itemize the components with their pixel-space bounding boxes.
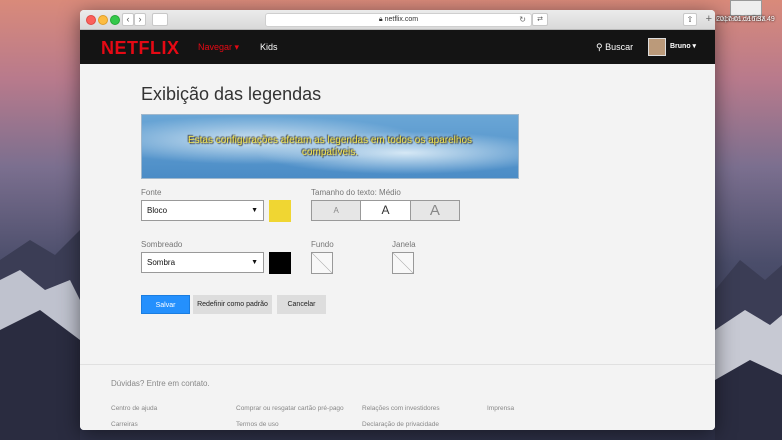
page-title: Exibição das legendas [141, 84, 322, 104]
forward-button[interactable]: › [134, 13, 146, 26]
chevron-down-icon: ▼ [251, 259, 258, 266]
subtitle-preview-banner: Estas configurações afetam as legendas e… [141, 114, 519, 179]
size-large-option[interactable]: A [410, 201, 459, 220]
file-thumbnail-icon [730, 0, 762, 16]
cancel-button[interactable]: Cancelar [277, 295, 326, 314]
extension-icon[interactable]: ⇄ [532, 13, 548, 26]
back-button[interactable]: ‹ [122, 13, 134, 26]
footer-link-privacy[interactable]: Declaração de privacidade [362, 421, 439, 428]
lock-icon: 🔒︎ [378, 16, 383, 23]
shadow-color-swatch[interactable] [269, 252, 291, 274]
window-color-swatch[interactable] [392, 252, 414, 274]
chevron-down-icon: ▼ [251, 207, 258, 214]
sidebar-toggle-icon[interactable] [152, 13, 168, 26]
nav-kids[interactable]: Kids [260, 42, 278, 52]
search-icon: ⚲ [596, 42, 603, 52]
footer: Dúvidas? Entre em contato. Centro de aju… [80, 364, 715, 430]
size-small-option[interactable]: A [312, 201, 362, 220]
text-size-selector: A A A [311, 200, 460, 221]
search-label: Buscar [605, 42, 634, 52]
zoom-window-button[interactable] [110, 15, 120, 25]
close-window-button[interactable] [86, 15, 96, 25]
file-label-line2: 2017-01...16.37.49 [716, 16, 775, 23]
nav-browse[interactable]: Navegar ▾ [198, 42, 239, 53]
background-label: Fundo [311, 240, 334, 249]
banner-text: Estas configurações afetam as legendas e… [187, 135, 473, 158]
size-medium-option[interactable]: A [361, 201, 411, 220]
reset-default-button[interactable]: Redefinir como padrão [193, 295, 272, 314]
url-text: netflix.com [384, 16, 419, 23]
footer-link-gift-card[interactable]: Comprar ou resgatar cartão pré-pago [236, 405, 344, 412]
save-button[interactable]: Salvar [141, 295, 190, 314]
footer-link-press[interactable]: Imprensa [487, 405, 514, 412]
footer-link-careers[interactable]: Carreiras [111, 421, 138, 428]
footer-link-help[interactable]: Centro de ajuda [111, 405, 157, 412]
avatar[interactable] [648, 38, 666, 56]
window-label: Janela [392, 240, 416, 249]
user-menu[interactable]: Bruno ▾ [670, 42, 696, 50]
netflix-header: NETFLIX Navegar ▾ Kids ⚲ Buscar Bruno ▾ [80, 30, 715, 65]
address-bar[interactable]: 🔒︎ netflix.com ↻ [265, 13, 532, 27]
shadow-label: Sombreado [141, 240, 183, 249]
main-content: Exibição das legendas Estas configuraçõe… [80, 64, 715, 430]
shadow-select-value: Sombra [147, 258, 176, 267]
text-size-label: Tamanho do texto: Médio [311, 188, 401, 197]
browser-window: ‹ › 🔒︎ netflix.com ↻ ⇄ ⇧ + NETFLIX Naveg… [80, 10, 715, 430]
search-button[interactable]: ⚲ Buscar [596, 42, 633, 53]
share-icon[interactable]: ⇧ [683, 13, 697, 26]
background-color-swatch[interactable] [311, 252, 333, 274]
contact-link[interactable]: Dúvidas? Entre em contato. [111, 379, 210, 388]
font-select-value: Bloco [147, 206, 168, 215]
new-tab-icon[interactable]: + [706, 13, 712, 25]
netflix-logo[interactable]: NETFLIX [101, 38, 180, 59]
browser-toolbar: ‹ › 🔒︎ netflix.com ↻ ⇄ ⇧ + [80, 10, 715, 30]
font-color-swatch[interactable] [269, 200, 291, 222]
reload-icon[interactable]: ↻ [519, 14, 526, 26]
footer-link-terms[interactable]: Termos de uso [236, 421, 279, 428]
desktop-file[interactable]: Captura de Tela 2017-01...16.37.49 [716, 0, 776, 23]
font-select[interactable]: Bloco ▼ [141, 200, 264, 221]
shadow-select[interactable]: Sombra ▼ [141, 252, 264, 273]
font-label: Fonte [141, 188, 162, 197]
footer-link-investors[interactable]: Relações com investidores [362, 405, 440, 412]
minimize-window-button[interactable] [98, 15, 108, 25]
